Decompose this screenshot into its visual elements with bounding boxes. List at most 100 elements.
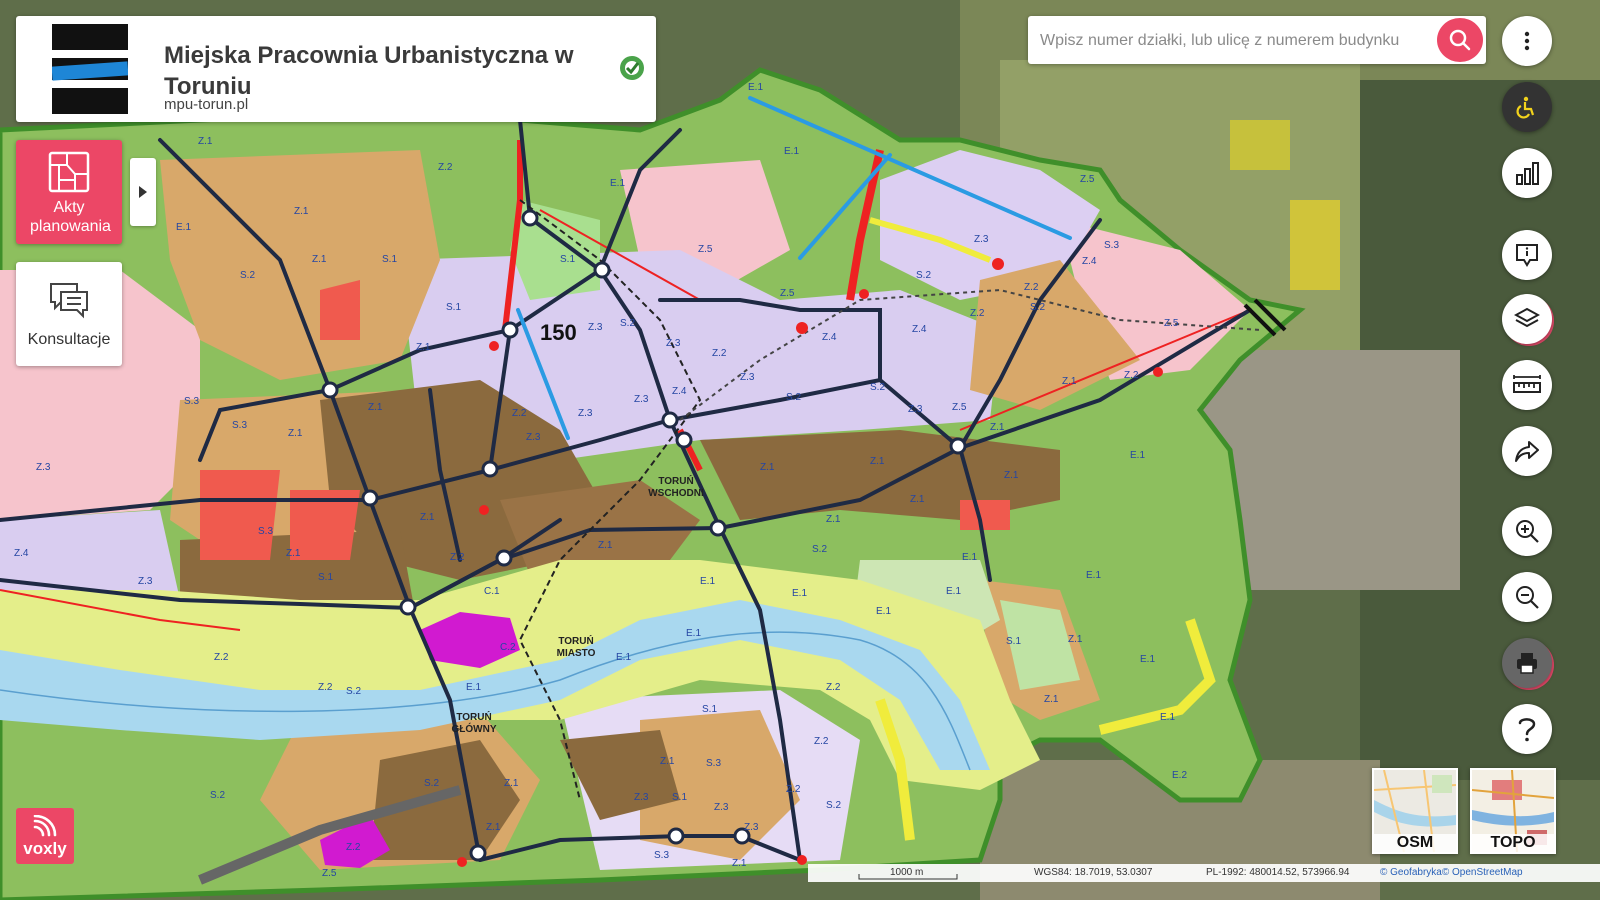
- station-label: TORUŃ GŁÓWNY: [452, 710, 497, 735]
- zoom-out-icon: [1516, 586, 1539, 609]
- svg-text:Z.2: Z.2: [438, 162, 453, 173]
- station-label-line: GŁÓWNY: [452, 722, 497, 735]
- svg-text:S.2: S.2: [916, 270, 931, 281]
- svg-text:S.3: S.3: [654, 850, 669, 861]
- search-icon: [1449, 29, 1471, 51]
- zoom-in-icon: [1516, 520, 1539, 543]
- svg-text:S.1: S.1: [446, 302, 461, 313]
- svg-text:E.1: E.1: [466, 682, 481, 693]
- svg-text:E.1: E.1: [784, 146, 799, 157]
- svg-text:Z.1: Z.1: [1004, 470, 1019, 481]
- zone-red: [200, 470, 280, 560]
- search-bar: [1028, 16, 1486, 64]
- svg-text:Z.1: Z.1: [420, 512, 435, 523]
- svg-text:S.1: S.1: [702, 704, 717, 715]
- svg-text:Z.1: Z.1: [1044, 694, 1059, 705]
- svg-text:E.1: E.1: [616, 652, 631, 663]
- svg-text:Z.4: Z.4: [912, 324, 927, 335]
- zoom-in-button[interactable]: [1502, 506, 1552, 556]
- svg-text:Z.2: Z.2: [814, 736, 829, 747]
- svg-text:S.2: S.2: [424, 778, 439, 789]
- accessibility-button[interactable]: [1502, 82, 1552, 132]
- svg-text:Z.5: Z.5: [952, 402, 967, 413]
- svg-text:Z.2: Z.2: [826, 682, 841, 693]
- more-vertical-icon: [1524, 31, 1530, 51]
- svg-text:Z.3: Z.3: [740, 372, 755, 383]
- voxly-label: voxly: [23, 839, 67, 858]
- search-button[interactable]: [1437, 18, 1483, 62]
- svg-text:Z.1: Z.1: [910, 494, 925, 505]
- svg-text:Z.2: Z.2: [786, 784, 801, 795]
- site-url: mpu-torun.pl: [164, 96, 249, 113]
- svg-text:C.1: C.1: [484, 586, 500, 597]
- zone-red: [320, 280, 360, 340]
- share-button[interactable]: [1502, 426, 1552, 476]
- caret-right-icon: [139, 186, 147, 198]
- svg-text:Z.1: Z.1: [870, 456, 885, 467]
- layers-icon: [1514, 307, 1540, 328]
- svg-text:Z.1: Z.1: [1068, 634, 1083, 645]
- scale-label: 1000 m: [890, 867, 924, 878]
- svg-text:E.1: E.1: [610, 178, 625, 189]
- svg-text:E.1: E.1: [946, 586, 961, 597]
- measure-button[interactable]: [1502, 360, 1552, 410]
- print-button[interactable]: [1502, 638, 1552, 688]
- svg-text:Z.3: Z.3: [666, 338, 681, 349]
- help-button[interactable]: [1502, 704, 1552, 754]
- basemap-osm-button[interactable]: OSM: [1372, 768, 1458, 854]
- print-icon: [1517, 653, 1537, 674]
- svg-text:Z.1: Z.1: [598, 540, 613, 551]
- svg-text:Z.4: Z.4: [14, 548, 29, 559]
- svg-text:E.1: E.1: [1160, 712, 1175, 723]
- map-attribution[interactable]: © Geofabryka© OpenStreetMap: [1380, 867, 1523, 878]
- measure-icon: [1513, 375, 1541, 393]
- svg-text:E.1: E.1: [1130, 450, 1145, 461]
- yellow-field: [1230, 120, 1290, 170]
- station-label-line: MIASTO: [557, 648, 596, 659]
- svg-text:Z.1: Z.1: [660, 756, 675, 767]
- consultations-label: Konsultacje: [27, 331, 111, 348]
- consultations-button[interactable]: Konsultacje: [16, 262, 122, 366]
- accessibility-icon: [1516, 96, 1535, 119]
- svg-text:S.3: S.3: [184, 396, 199, 407]
- svg-text:Z.1: Z.1: [198, 136, 213, 147]
- zone-red: [960, 500, 1010, 530]
- wgs84-coordinates: WGS84: 18.7019, 53.0307: [1034, 867, 1153, 878]
- svg-text:Z.3: Z.3: [138, 576, 153, 587]
- svg-text:Z.1: Z.1: [732, 858, 747, 869]
- svg-text:S.3: S.3: [1104, 240, 1119, 251]
- layers-button[interactable]: [1502, 294, 1552, 344]
- svg-text:Z.4: Z.4: [822, 332, 837, 343]
- voxly-icon: [33, 815, 57, 837]
- info-icon: [1516, 244, 1538, 267]
- svg-text:Z.3: Z.3: [634, 394, 649, 405]
- svg-text:Z.1: Z.1: [990, 422, 1005, 433]
- svg-text:S.3: S.3: [232, 420, 247, 431]
- svg-text:Z.1: Z.1: [368, 402, 383, 413]
- statistics-button[interactable]: [1502, 148, 1552, 198]
- basemap-topo-button[interactable]: TOPO: [1470, 768, 1556, 854]
- svg-text:S.1: S.1: [382, 254, 397, 265]
- svg-text:E.1: E.1: [686, 628, 701, 639]
- svg-text:Z.3: Z.3: [588, 322, 603, 333]
- station-label: TORUŃ MIASTO: [557, 634, 596, 659]
- osm-label: OSM: [1374, 834, 1456, 852]
- info-button[interactable]: [1502, 230, 1552, 280]
- svg-text:Z.2: Z.2: [214, 652, 229, 663]
- search-input[interactable]: [1038, 24, 1422, 58]
- svg-text:Z.1: Z.1: [416, 342, 431, 353]
- voxly-button[interactable]: voxly: [16, 808, 74, 864]
- more-options-button[interactable]: [1502, 16, 1552, 66]
- svg-text:Z.3: Z.3: [36, 462, 51, 473]
- panel-toggle-button[interactable]: [130, 158, 156, 226]
- svg-text:Z.5: Z.5: [1080, 174, 1095, 185]
- svg-text:S.1: S.1: [560, 254, 575, 265]
- map-canvas[interactable]: 150 TORUŃ WSCHODNI TORUŃ MIASTO TORUŃ GŁÓWN…: [0, 0, 1600, 900]
- svg-text:Z.1: Z.1: [286, 548, 301, 559]
- planning-map-icon: [48, 151, 90, 193]
- zoom-out-button[interactable]: [1502, 572, 1552, 622]
- svg-text:S.2: S.2: [346, 686, 361, 697]
- svg-text:S.1: S.1: [1006, 636, 1021, 647]
- svg-text:S.2: S.2: [1030, 302, 1045, 313]
- planning-acts-button[interactable]: Akty planowania: [16, 140, 122, 244]
